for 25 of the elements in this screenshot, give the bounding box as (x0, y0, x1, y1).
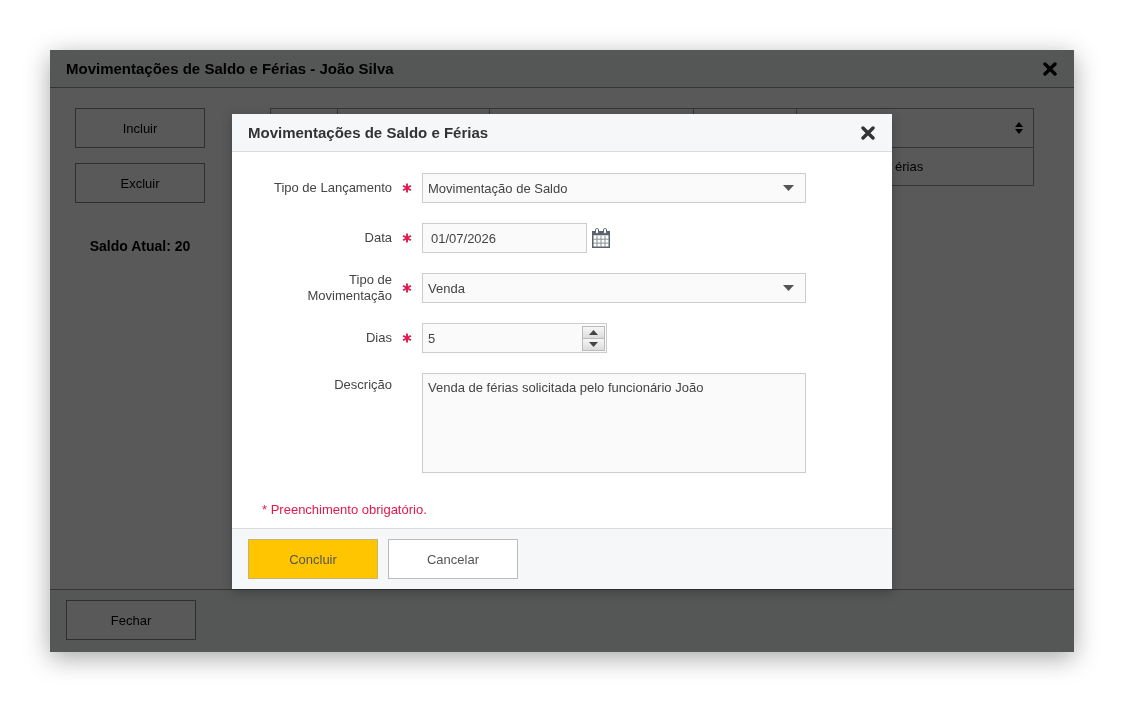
balance-label: Saldo Atual: 20 (88, 238, 192, 254)
caret-down-icon (783, 185, 794, 191)
sort-icon[interactable] (1015, 122, 1023, 134)
caret-down-icon (783, 285, 794, 291)
field-label: Data (363, 230, 392, 246)
window-title: Movimentações de Saldo e Férias - João Silva (66, 60, 394, 77)
close-icon[interactable] (861, 125, 875, 140)
field-label: Descrição (333, 376, 392, 393)
field-label: Tipo de Lançamento (272, 180, 392, 196)
table-cell: érias (895, 159, 924, 174)
caret-down-icon (589, 341, 598, 347)
date-field[interactable]: 01/07/2026 (422, 223, 587, 253)
dropdown-field[interactable]: Movimentação de Saldo (422, 173, 806, 203)
calendar-icon[interactable] (592, 228, 610, 248)
dropdown-field[interactable]: Venda (422, 273, 806, 303)
step-up-button[interactable] (582, 325, 605, 338)
field-label: Dias (365, 330, 392, 346)
number-field[interactable]: 5 (422, 323, 607, 353)
text-area[interactable]: Venda de férias solicitada pelo funcionário João (422, 373, 806, 473)
dialog-title: Movimentações de Saldo e Férias (248, 124, 489, 141)
field-label: Tipo de Movimentação (306, 272, 392, 304)
confirm-button[interactable]: Concluir (248, 539, 378, 579)
cancel-button[interactable]: Cancelar (388, 539, 518, 579)
caret-up-icon (589, 329, 598, 335)
required-note: * Preenchimento obrigatório. (262, 502, 427, 518)
